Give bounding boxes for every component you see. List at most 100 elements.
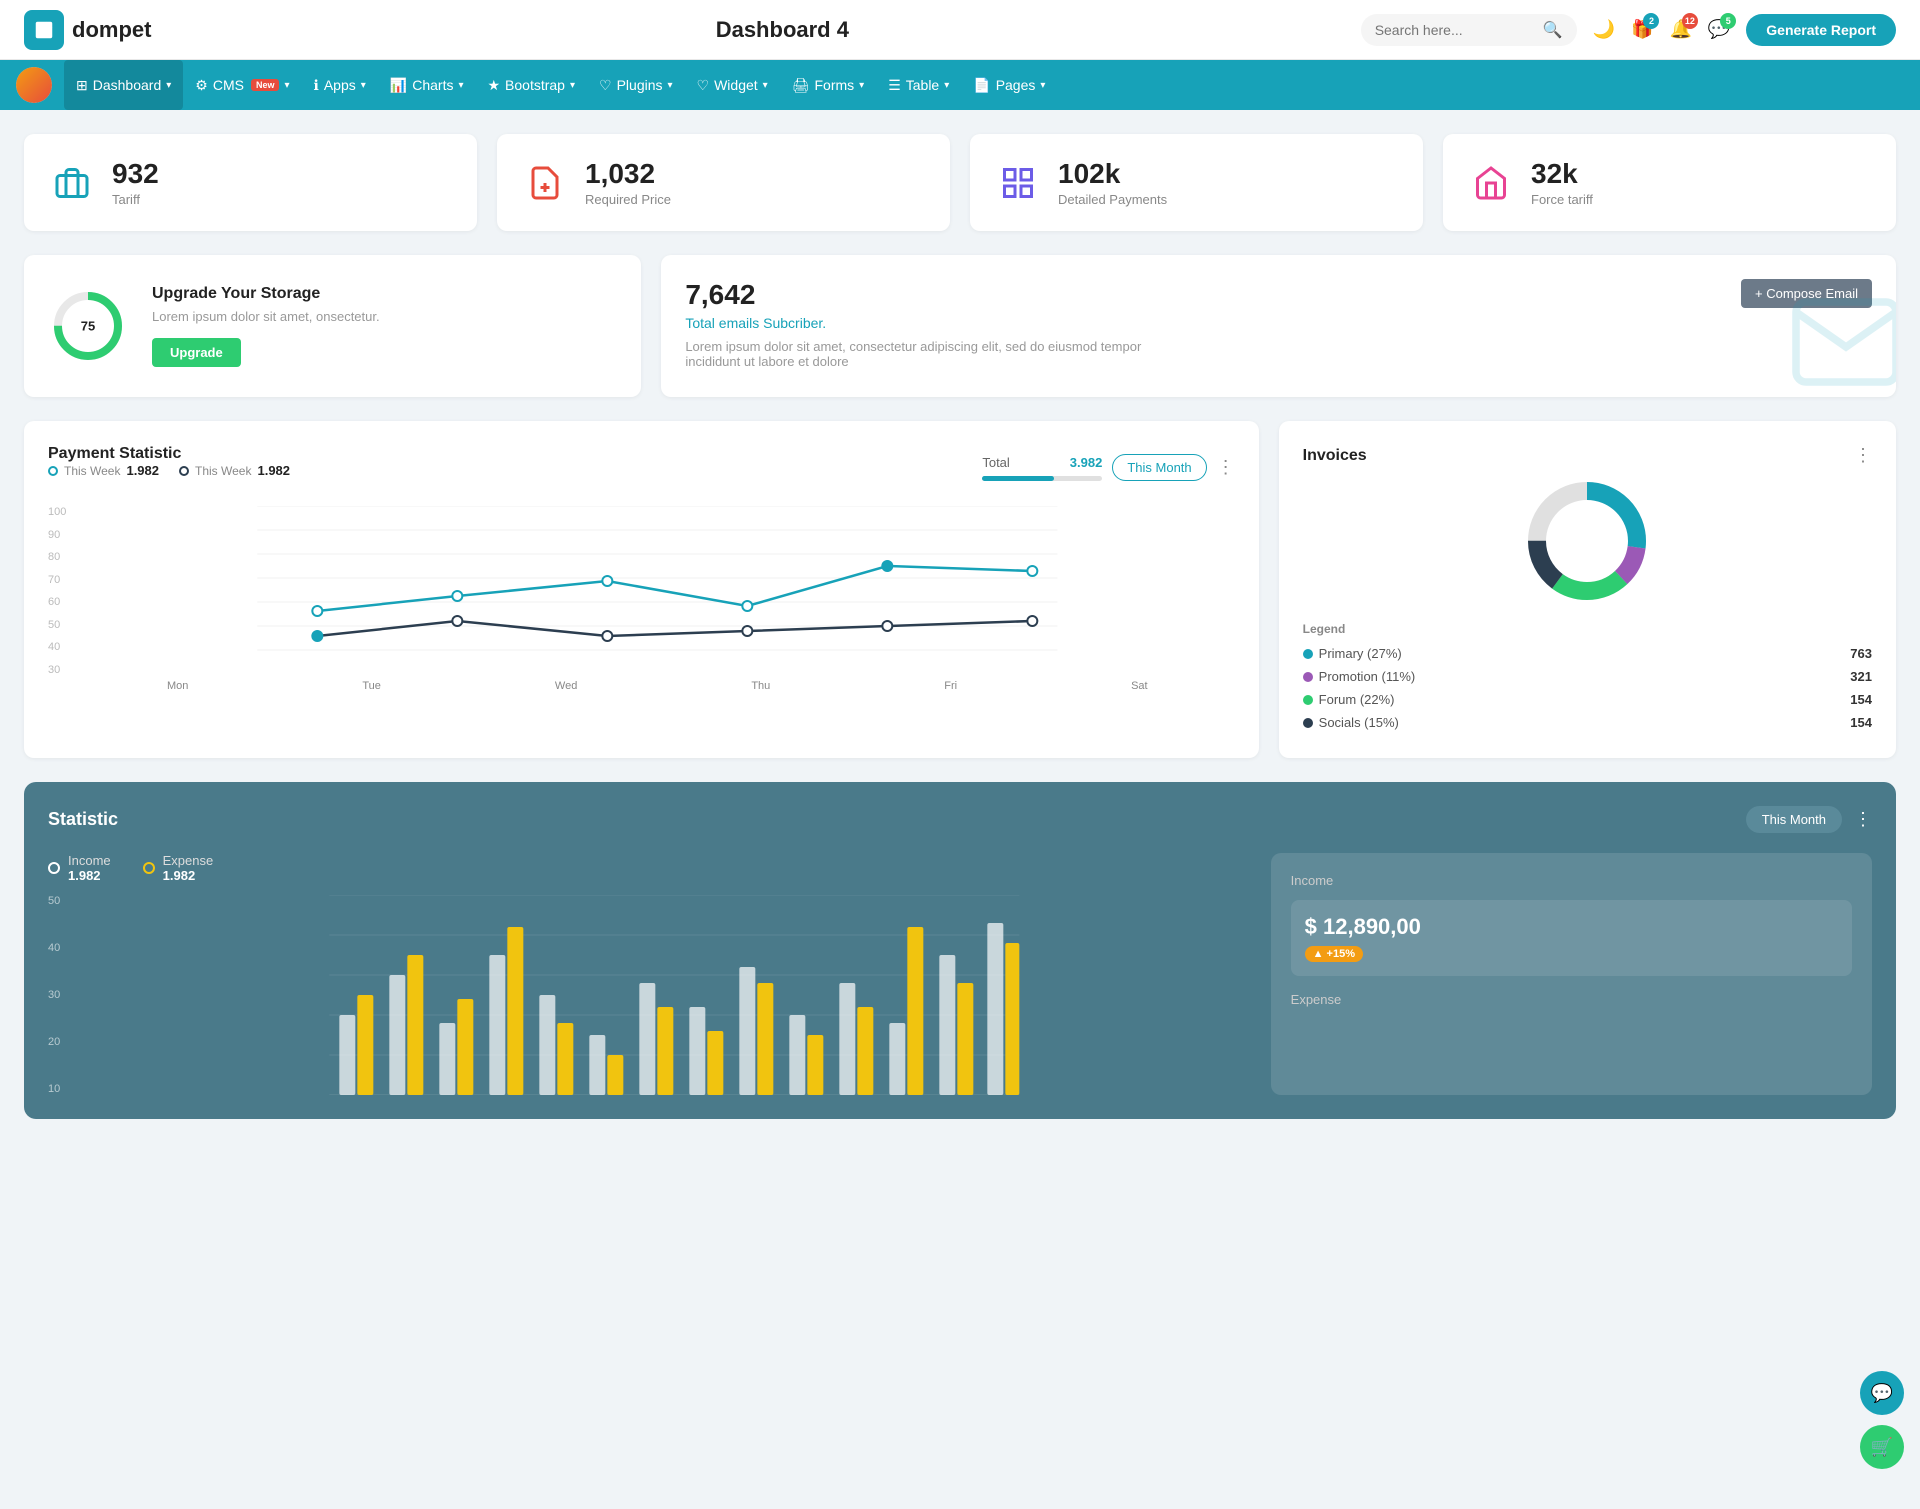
stat-card-force-tariff: 32k Force tariff xyxy=(1443,134,1896,231)
email-bg-icon xyxy=(1786,282,1896,397)
bell-icon[interactable]: 🔔 12 xyxy=(1669,19,1691,40)
expense-legend-value: 1.982 xyxy=(163,868,214,883)
chevron-down-icon-forms: ▾ xyxy=(859,80,864,91)
nav-label-apps: Apps xyxy=(324,77,356,93)
forum-value: 154 xyxy=(1850,692,1872,707)
income-panel: Income $ 12,890,00 ▲ +15% Expense xyxy=(1271,853,1872,1095)
chat-icon[interactable]: 💬 5 xyxy=(1708,19,1730,40)
nav-avatar xyxy=(16,67,52,103)
bootstrap-icon: ★ xyxy=(487,77,500,94)
more-options-button[interactable]: ⋮ xyxy=(1217,457,1235,478)
required-price-info: 1,032 Required Price xyxy=(585,158,671,207)
required-price-icon xyxy=(521,159,569,207)
progress-bar xyxy=(982,476,1102,481)
inv-legend-forum: Forum (22%) 154 xyxy=(1303,688,1872,711)
theme-toggle[interactable]: 🌙 xyxy=(1593,19,1615,40)
bell-badge: 12 xyxy=(1682,13,1698,29)
sidebar-item-charts[interactable]: 📊 Charts ▾ xyxy=(378,60,476,110)
email-card-header: 7,642 Total emails Subcriber. + Compose … xyxy=(685,279,1872,331)
logo[interactable]: dompet xyxy=(24,10,204,50)
sidebar-item-pages[interactable]: 📄 Pages ▾ xyxy=(961,60,1057,110)
statistic-month-button[interactable]: This Month xyxy=(1746,806,1842,833)
pages-icon: 📄 xyxy=(973,77,990,94)
widget-icon: ♡ xyxy=(697,77,710,94)
x-axis-labels: Mon Tue Wed Thu Fri Sat xyxy=(80,680,1235,692)
chevron-down-icon-bootstrap: ▾ xyxy=(570,80,575,91)
required-price-label: Required Price xyxy=(585,192,671,207)
legend-this-week-2: This Week 1.982 xyxy=(179,463,290,478)
nav-label-widget: Widget xyxy=(714,77,758,93)
force-tariff-value: 32k xyxy=(1531,158,1593,190)
tariff-icon xyxy=(48,159,96,207)
inv-legend-promotion: Promotion (11%) 321 xyxy=(1303,665,1872,688)
primary-label: Primary (27%) xyxy=(1319,646,1402,661)
storage-title: Upgrade Your Storage xyxy=(152,285,380,303)
chevron-down-icon-table: ▾ xyxy=(944,80,949,91)
statistic-section: Statistic This Month ⋮ Income 1.982 xyxy=(24,782,1896,1119)
payment-chart-legend: This Week 1.982 This Week 1.982 xyxy=(48,463,290,478)
expense-legend-dot xyxy=(143,862,155,874)
plugins-icon: ♡ xyxy=(599,77,612,94)
page-title: Dashboard 4 xyxy=(204,17,1361,43)
chevron-down-icon-charts: ▾ xyxy=(458,80,463,91)
apps-icon: ℹ xyxy=(314,77,319,94)
storage-text: Upgrade Your Storage Lorem ipsum dolor s… xyxy=(152,285,380,367)
chevron-down-icon-widget: ▾ xyxy=(763,80,768,91)
statistic-more-button[interactable]: ⋮ xyxy=(1854,809,1872,830)
sidebar-item-widget[interactable]: ♡ Widget ▾ xyxy=(685,60,780,110)
payment-chart-header: Payment Statistic This Week 1.982 This W… xyxy=(48,445,1235,490)
search-box[interactable]: 🔍 xyxy=(1361,14,1577,46)
total-section: Total 3.982 xyxy=(982,455,1102,481)
line-chart-wrapper: 100 90 80 70 60 50 40 30 xyxy=(48,506,1235,692)
navbar: ⊞ Dashboard ▾ ⚙ CMS New ▾ ℹ Apps ▾ 📊 Cha… xyxy=(0,60,1920,110)
new-badge: New xyxy=(251,79,280,91)
chat-support-button[interactable]: 💬 xyxy=(1860,1371,1904,1415)
table-icon: ☰ xyxy=(888,77,901,94)
nav-label-table: Table xyxy=(906,77,939,93)
upgrade-button[interactable]: Upgrade xyxy=(152,338,241,367)
force-tariff-icon xyxy=(1467,159,1515,207)
cart-button[interactable]: 🛒 xyxy=(1860,1425,1904,1469)
total-label: Total xyxy=(982,455,1009,470)
sidebar-item-bootstrap[interactable]: ★ Bootstrap ▾ xyxy=(475,60,587,110)
statistic-controls: This Month ⋮ xyxy=(1746,806,1872,833)
payment-chart-left: Payment Statistic This Week 1.982 This W… xyxy=(48,445,290,490)
cms-icon: ⚙ xyxy=(195,77,208,94)
bar-y-axis: 50 40 30 20 10 xyxy=(48,895,60,1095)
chevron-down-icon-apps: ▾ xyxy=(361,80,366,91)
sidebar-item-dashboard[interactable]: ⊞ Dashboard ▾ xyxy=(64,60,183,110)
search-icon: 🔍 xyxy=(1543,20,1563,40)
search-input[interactable] xyxy=(1375,22,1535,38)
legend-val-2: 1.982 xyxy=(257,463,290,478)
expense-panel-label: Expense xyxy=(1291,992,1852,1007)
sidebar-item-cms[interactable]: ⚙ CMS New ▾ xyxy=(183,60,301,110)
expense-label: Expense xyxy=(163,853,214,868)
gift-badge: 2 xyxy=(1643,13,1659,29)
payment-chart-title: Payment Statistic xyxy=(48,445,290,463)
legend-this-week-1: This Week 1.982 xyxy=(48,463,159,478)
this-month-button[interactable]: This Month xyxy=(1112,454,1206,481)
stat-cards-row: 932 Tariff 1,032 Required Price 102k Det… xyxy=(24,134,1896,231)
nav-label-dashboard: Dashboard xyxy=(93,77,162,93)
invoices-donut-svg xyxy=(1522,476,1652,606)
promotion-dot xyxy=(1303,672,1313,682)
generate-report-button[interactable]: Generate Report xyxy=(1746,14,1896,46)
chevron-down-icon-pages: ▾ xyxy=(1040,80,1045,91)
statistic-header: Statistic This Month ⋮ xyxy=(48,806,1872,833)
storage-description: Lorem ipsum dolor sit amet, onsectetur. xyxy=(152,309,380,324)
invoices-title: Invoices xyxy=(1303,447,1367,465)
sidebar-item-plugins[interactable]: ♡ Plugins ▾ xyxy=(587,60,685,110)
income-label: Income xyxy=(68,853,111,868)
gift-icon[interactable]: 🎁 2 xyxy=(1631,19,1653,40)
support-icons: 💬 🛒 xyxy=(1860,1371,1904,1469)
email-card: 7,642 Total emails Subcriber. + Compose … xyxy=(661,255,1896,397)
chevron-down-icon-cms: ▾ xyxy=(284,80,289,91)
header: dompet Dashboard 4 🔍 🌙 🎁 2 🔔 12 💬 5 Gene… xyxy=(0,0,1920,60)
bar-chart-svg xyxy=(48,895,1251,1095)
sidebar-item-forms[interactable]: 🖨 Forms ▾ xyxy=(780,60,876,110)
bar-chart-area: 50 40 30 20 10 xyxy=(48,895,1251,1095)
nav-label-cms: CMS xyxy=(213,77,244,93)
sidebar-item-table[interactable]: ☰ Table ▾ xyxy=(876,60,961,110)
invoices-more-button[interactable]: ⋮ xyxy=(1854,445,1872,466)
sidebar-item-apps[interactable]: ℹ Apps ▾ xyxy=(302,60,378,110)
